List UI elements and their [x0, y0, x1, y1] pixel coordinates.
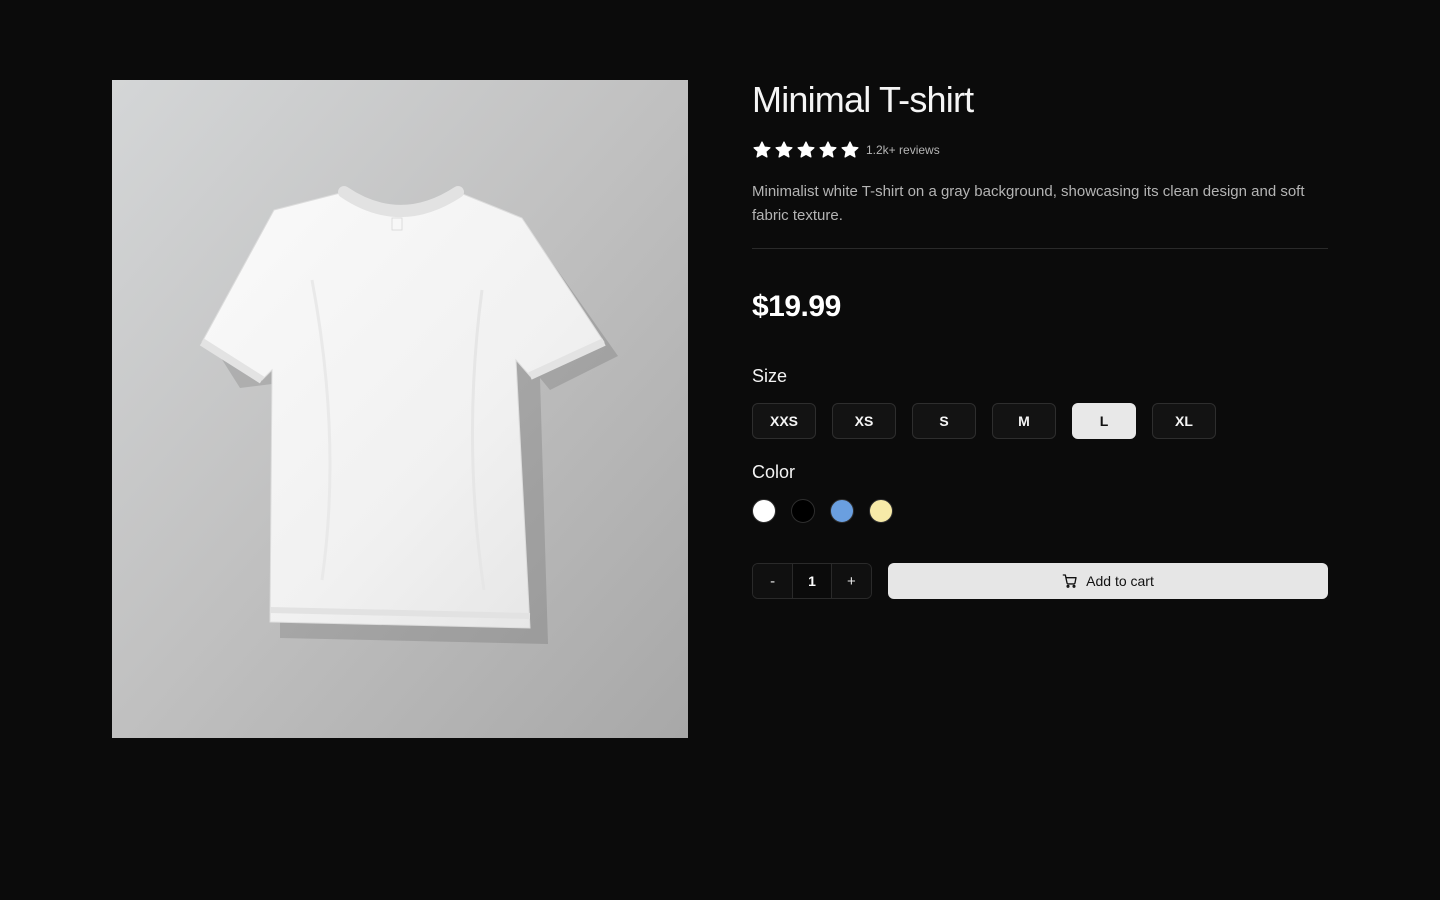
decrement-button[interactable]: - [753, 564, 793, 598]
size-option-xs[interactable]: XS [832, 403, 896, 439]
size-option-m[interactable]: M [992, 403, 1056, 439]
add-to-cart-button[interactable]: Add to cart [888, 563, 1328, 599]
star-rating [752, 140, 860, 160]
star-icon [752, 140, 772, 160]
color-swatch-black[interactable] [791, 499, 815, 523]
color-swatch-blue[interactable] [830, 499, 854, 523]
product-title: Minimal T-shirt [752, 79, 974, 120]
quantity-value[interactable]: 1 [792, 564, 832, 598]
star-icon [818, 140, 838, 160]
color-options [752, 499, 1328, 523]
color-label: Color [752, 462, 796, 482]
increment-button[interactable]: + [831, 564, 871, 598]
cart-icon [1062, 573, 1078, 589]
size-option-s[interactable]: S [912, 403, 976, 439]
size-options: XXS XS S M L XL [752, 403, 1328, 439]
product-price: $19.99 [752, 290, 841, 323]
size-option-xxs[interactable]: XXS [752, 403, 816, 439]
divider [752, 248, 1328, 249]
size-label: Size [752, 366, 788, 386]
color-swatch-white[interactable] [752, 499, 776, 523]
cart-row: - 1 + Add to cart [752, 563, 1328, 599]
tshirt-photo [112, 80, 688, 738]
size-option-l[interactable]: L [1072, 403, 1136, 439]
product-description: Minimalist white T-shirt on a gray backg… [752, 183, 1305, 224]
product-image [112, 80, 688, 738]
rating-row: 1.2k+ reviews [752, 140, 1328, 160]
add-to-cart-label: Add to cart [1086, 573, 1154, 589]
star-icon [796, 140, 816, 160]
product-page: Minimal T-shirt 1.2k+ reviews Minimalist… [0, 0, 1440, 900]
color-swatch-yellow[interactable] [869, 499, 893, 523]
quantity-stepper: - 1 + [752, 563, 872, 599]
size-option-xl[interactable]: XL [1152, 403, 1216, 439]
review-count[interactable]: 1.2k+ reviews [866, 143, 940, 157]
star-icon [840, 140, 860, 160]
star-icon [774, 140, 794, 160]
product-details: Minimal T-shirt 1.2k+ reviews Minimalist… [752, 80, 1328, 599]
